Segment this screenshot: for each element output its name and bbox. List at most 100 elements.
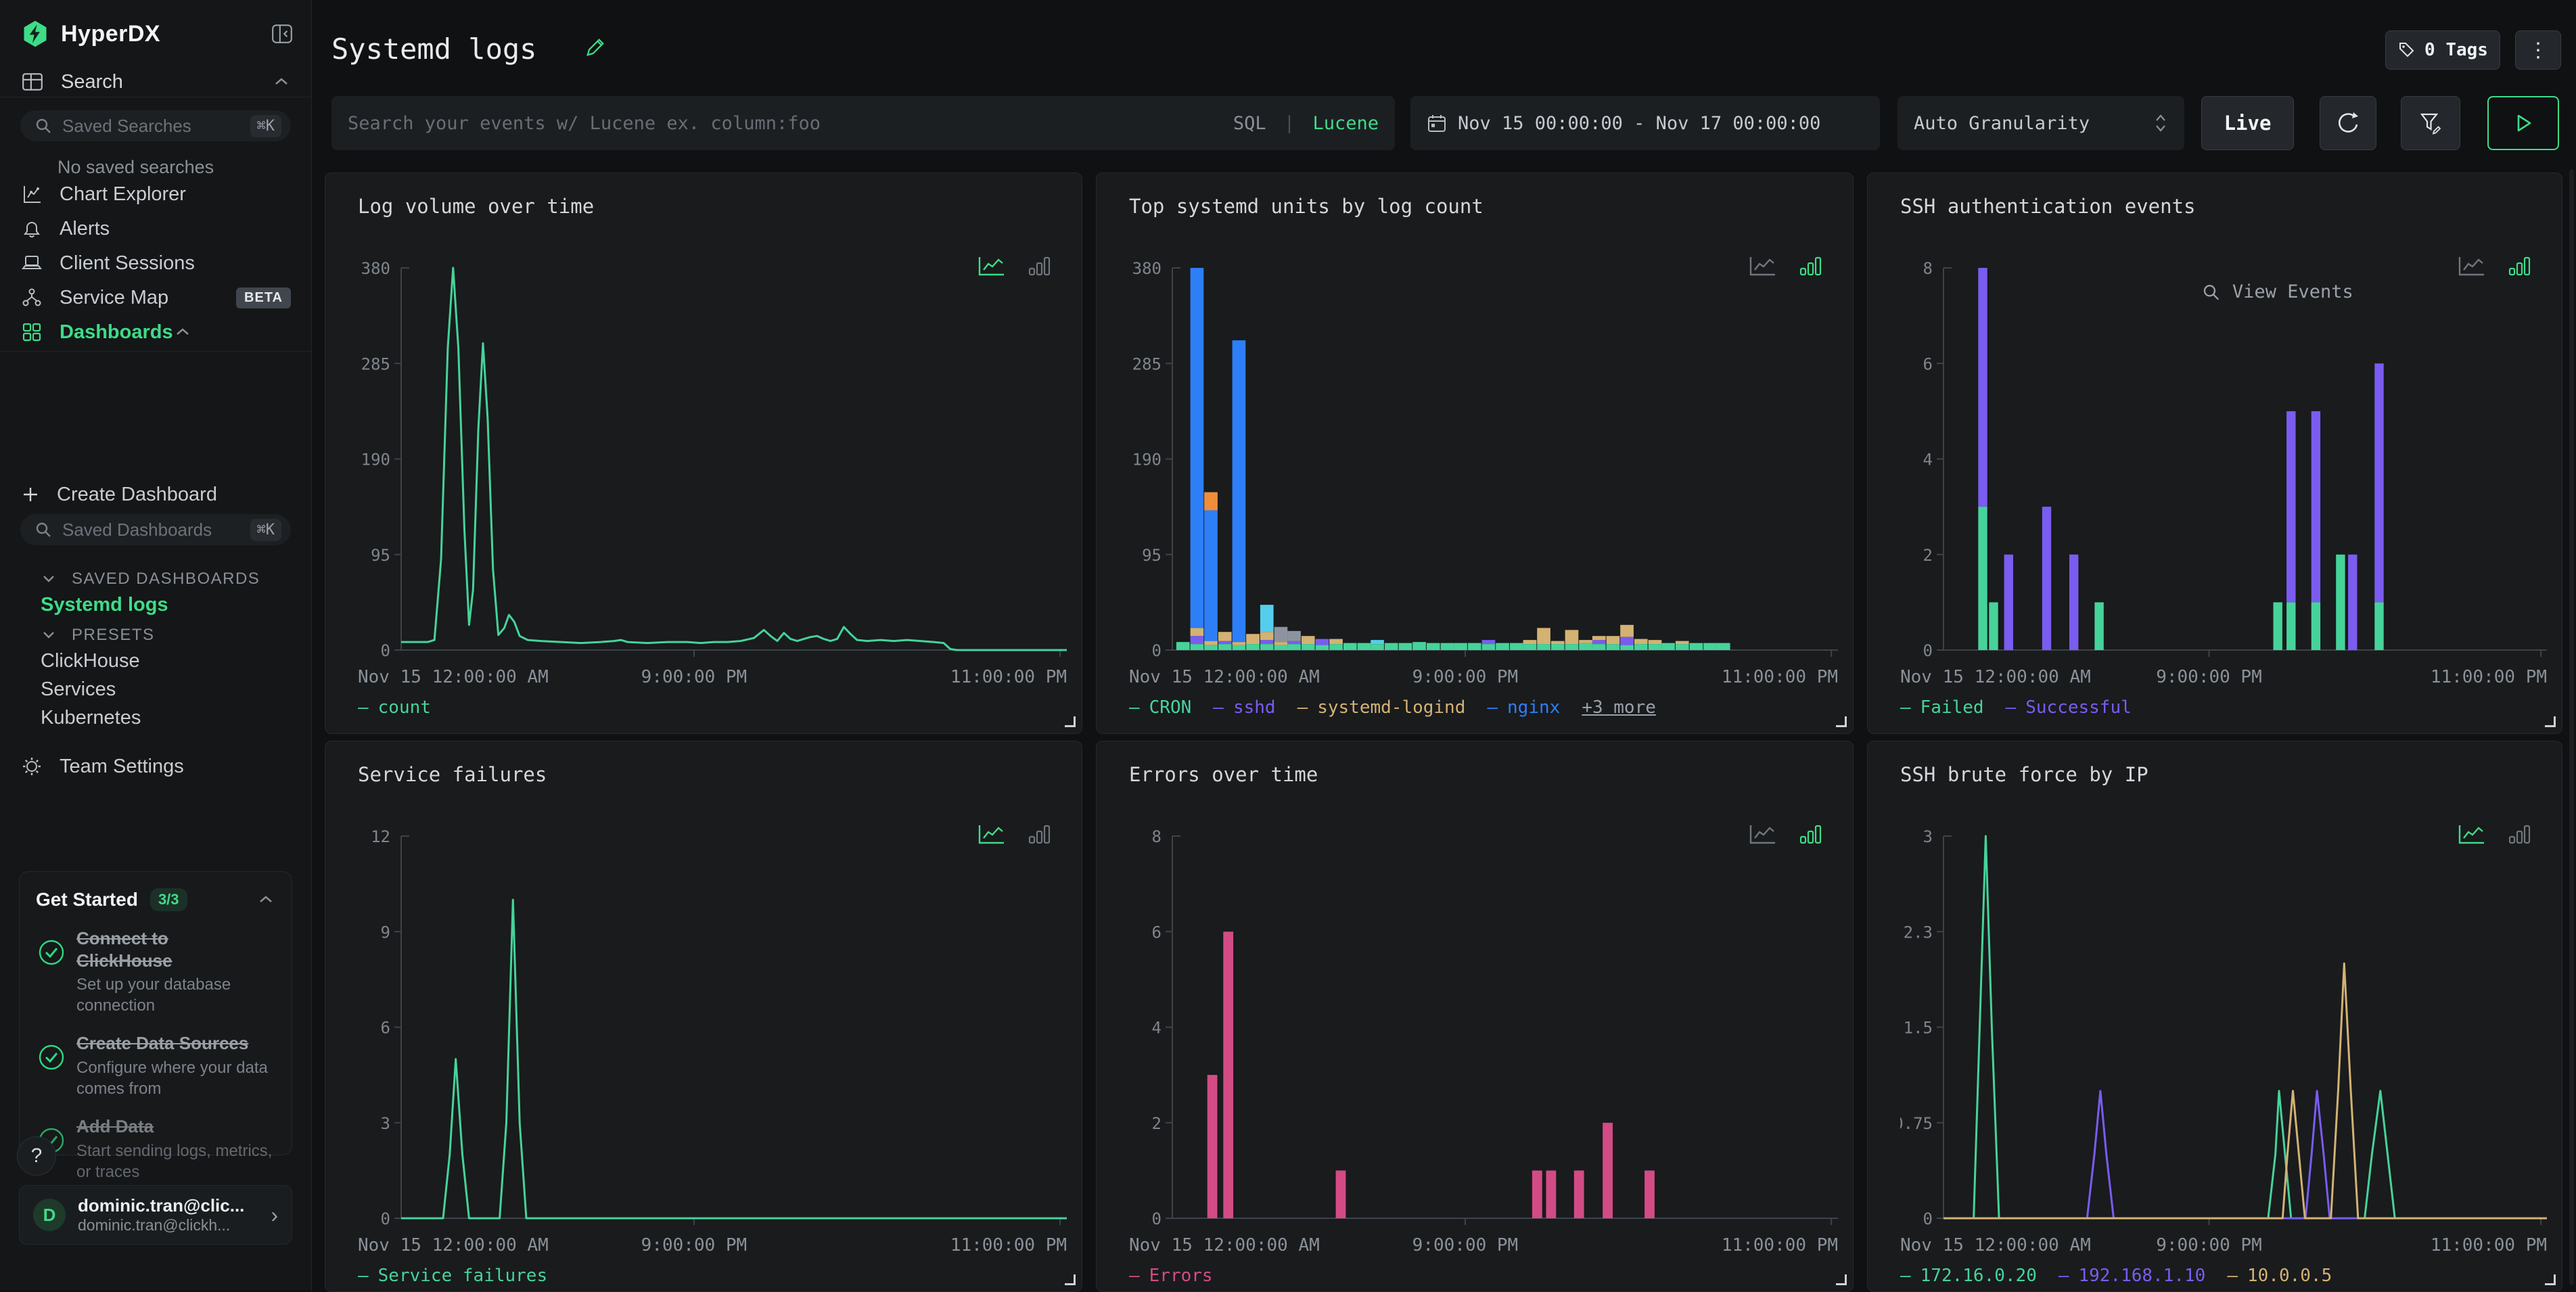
sidebar-item-kubernetes[interactable]: Kubernetes xyxy=(41,707,141,729)
sidebar-item-systemd-logs[interactable]: Systemd logs xyxy=(41,594,168,616)
get-started-step-sources[interactable]: Create Data Sources Configure where your… xyxy=(36,1032,275,1099)
svg-text:9: 9 xyxy=(381,923,390,942)
sidebar-item-label: Dashboards xyxy=(60,321,173,344)
saved-dashboards-input[interactable]: Saved Dashboards ⌘K xyxy=(20,514,291,545)
legend-item[interactable]: —Errors xyxy=(1129,1266,1213,1286)
plus-icon xyxy=(20,484,41,505)
svg-text:11:00:00 PM: 11:00:00 PM xyxy=(1722,667,1838,687)
legend-item[interactable]: —10.0.0.5 xyxy=(2227,1266,2332,1286)
chart-title: SSH brute force by IP xyxy=(1900,763,2148,786)
svg-text:285: 285 xyxy=(1132,354,1162,373)
play-icon xyxy=(2512,111,2535,135)
legend-item[interactable]: —172.16.0.20 xyxy=(1900,1266,2037,1286)
legend-item[interactable]: +3 more xyxy=(1582,697,1656,718)
svg-text:0: 0 xyxy=(381,641,390,660)
panel-resize-handle[interactable] xyxy=(1065,716,1076,727)
chart-canvas: 02468Nov 15 12:00:00 AM9:00:00 PM11:00:0… xyxy=(1900,254,2550,694)
edit-title-button[interactable] xyxy=(583,35,607,60)
event-search-input[interactable]: Search your events w/ Lucene ex. column:… xyxy=(331,96,1395,150)
panel-resize-handle[interactable] xyxy=(1836,716,1847,727)
sidebar-item-label: Service Map xyxy=(60,287,168,309)
panel-resize-handle[interactable] xyxy=(2545,1274,2556,1285)
tags-button[interactable]: 0 Tags xyxy=(2385,30,2500,70)
svg-text:1.5: 1.5 xyxy=(1904,1019,1933,1038)
calendar-icon xyxy=(1427,113,1447,133)
svg-text:0: 0 xyxy=(1152,641,1162,660)
legend-item[interactable]: —Successful xyxy=(2006,697,2132,718)
select-chevrons-icon xyxy=(2153,112,2168,135)
legend-item[interactable]: —192.168.1.10 xyxy=(2058,1266,2206,1286)
sidebar-collapse-button[interactable] xyxy=(267,18,298,49)
saved-dashboards-header[interactable]: SAVED DASHBOARDS xyxy=(41,570,260,589)
legend-item[interactable]: —systemd-logind xyxy=(1297,697,1466,718)
get-started-step-connect[interactable]: Connect to ClickHouse Set up your databa… xyxy=(36,927,275,1016)
sidebar-item-dashboards[interactable]: Dashboards xyxy=(0,315,311,349)
run-query-button[interactable] xyxy=(2487,96,2559,150)
chart-legend: —Failed —Successful xyxy=(1900,697,2132,718)
user-email: dominic.tran@clickh... xyxy=(78,1216,244,1235)
shortcut-badge: ⌘K xyxy=(250,519,282,541)
get-started-step-add-data[interactable]: Add Data Start sending logs, metrics, or… xyxy=(36,1115,275,1182)
legend-item[interactable]: —sshd xyxy=(1213,697,1275,718)
svg-text:8: 8 xyxy=(1923,259,1933,278)
lucene-option[interactable]: Lucene xyxy=(1312,113,1379,134)
panel-resize-handle[interactable] xyxy=(1836,1274,1847,1285)
panel-resize-handle[interactable] xyxy=(1065,1274,1076,1285)
legend-item[interactable]: —CRON xyxy=(1129,697,1191,718)
svg-text:11:00:00 PM: 11:00:00 PM xyxy=(2431,667,2547,687)
scrollbar[interactable] xyxy=(2569,169,2574,1285)
legend-item[interactable]: —Service failures xyxy=(358,1266,547,1286)
panel-collapse-icon xyxy=(271,23,294,45)
legend-item[interactable]: —count xyxy=(358,697,431,718)
svg-text:6: 6 xyxy=(1923,354,1933,373)
dashboard-menu-button[interactable]: ⋮ xyxy=(2515,30,2561,70)
user-menu[interactable]: D dominic.tran@clic... dominic.tran@clic… xyxy=(19,1185,292,1245)
filter-button[interactable] xyxy=(2401,96,2460,150)
panel-resize-handle[interactable] xyxy=(2545,716,2556,727)
get-started-progress-badge: 3/3 xyxy=(150,888,187,911)
beta-badge: BETA xyxy=(236,287,291,308)
live-button[interactable]: Live xyxy=(2201,96,2294,150)
svg-text:2: 2 xyxy=(1923,546,1933,565)
sidebar-item-service-map[interactable]: Service Map BETA xyxy=(0,281,311,315)
granularity-select[interactable]: Auto Granularity xyxy=(1898,96,2184,150)
svg-text:9:00:00 PM: 9:00:00 PM xyxy=(2156,1235,2262,1255)
legend-item[interactable]: —nginx xyxy=(1487,697,1560,718)
legend-item[interactable]: —Failed xyxy=(1900,697,1984,718)
sidebar-item-label: Alerts xyxy=(60,218,110,240)
help-button[interactable]: ? xyxy=(17,1136,56,1176)
chevron-down-icon xyxy=(41,630,57,641)
check-circle-icon xyxy=(36,1042,67,1099)
svg-text:Nov 15 12:00:00 AM: Nov 15 12:00:00 AM xyxy=(358,1235,549,1255)
chart-title: Errors over time xyxy=(1129,763,1318,786)
presets-header[interactable]: PRESETS xyxy=(41,626,155,645)
panel-log-volume: Log volume over time 095190285380Nov 15 … xyxy=(325,172,1082,734)
sidebar-item-chart-explorer[interactable]: Chart Explorer xyxy=(0,177,311,211)
query-language-switch[interactable]: SQL | Lucene xyxy=(1233,113,1379,134)
sidebar-item-label: Client Sessions xyxy=(60,252,195,275)
svg-text:2: 2 xyxy=(1152,1114,1162,1133)
sidebar-section-search[interactable]: Search xyxy=(0,66,311,97)
chart-explorer-icon xyxy=(20,183,43,205)
date-range-picker[interactable]: Nov 15 00:00:00 - Nov 17 00:00:00 xyxy=(1410,96,1880,150)
sql-option[interactable]: SQL xyxy=(1233,113,1266,134)
sidebar-item-clickhouse[interactable]: ClickHouse xyxy=(41,650,140,672)
chevron-up-icon[interactable] xyxy=(256,894,275,906)
sidebar-item-alerts[interactable]: Alerts xyxy=(0,212,311,246)
pencil-icon xyxy=(583,35,607,60)
sidebar-item-services[interactable]: Services xyxy=(41,678,116,701)
chevron-up-icon xyxy=(272,76,291,88)
svg-text:0: 0 xyxy=(1923,641,1933,660)
step-title: Connect to ClickHouse xyxy=(76,927,232,971)
create-dashboard-button[interactable]: Create Dashboard xyxy=(0,478,311,511)
svg-text:4: 4 xyxy=(1152,1019,1162,1038)
saved-searches-input[interactable]: Saved Searches ⌘K xyxy=(20,110,291,141)
sidebar-item-team-settings[interactable]: Team Settings xyxy=(0,749,311,783)
refresh-button[interactable] xyxy=(2320,96,2376,150)
user-name: dominic.tran@clic... xyxy=(78,1195,244,1216)
logo-row: HyperDX xyxy=(20,15,298,53)
gear-icon xyxy=(20,756,43,777)
chart-canvas: 02468Nov 15 12:00:00 AM9:00:00 PM11:00:0… xyxy=(1129,823,1841,1262)
sidebar-item-client-sessions[interactable]: Client Sessions xyxy=(0,246,311,280)
sidebar-item-label: Team Settings xyxy=(60,756,184,778)
